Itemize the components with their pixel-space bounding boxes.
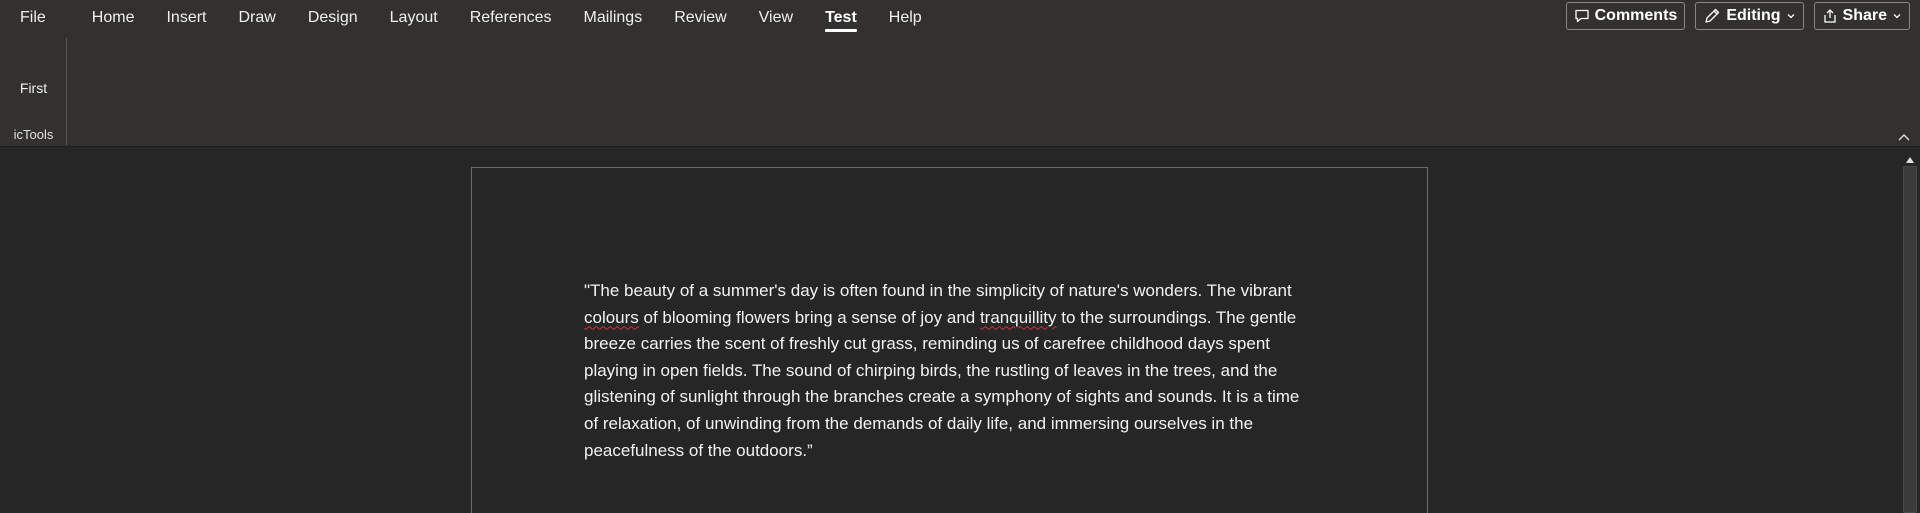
paragraph-text: of blooming flowers bring a sense of joy…	[638, 307, 980, 327]
editing-label: Editing	[1726, 7, 1781, 24]
tab-mailings[interactable]: Mailings	[568, 0, 659, 36]
tab-view[interactable]: View	[743, 0, 809, 36]
document-canvas: "The beauty of a summer's day is often f…	[0, 148, 1900, 513]
chevron-down-icon	[1786, 11, 1796, 21]
share-label: Share	[1842, 7, 1887, 24]
scroll-up-button[interactable]	[1904, 152, 1916, 163]
document-page: "The beauty of a summer's day is often f…	[471, 167, 1428, 513]
tab-review[interactable]: Review	[658, 0, 742, 36]
misspelled-word[interactable]: colours	[584, 308, 639, 327]
paragraph-text: to the surroundings. The gentle breeze c…	[584, 307, 1300, 460]
tab-references[interactable]: References	[454, 0, 568, 36]
paragraph-text: "The beauty of a summer's day is often f…	[584, 281, 1292, 300]
pencil-icon	[1703, 7, 1721, 25]
tab-layout[interactable]: Layout	[374, 0, 454, 36]
tab-help[interactable]: Help	[873, 0, 938, 36]
ribbon: File Home Insert Draw Design Layout Refe…	[0, 0, 1920, 147]
tab-home[interactable]: Home	[76, 0, 151, 36]
tab-test[interactable]: Test	[809, 0, 873, 36]
document-paragraph[interactable]: "The beauty of a summer's day is often f…	[584, 278, 1314, 464]
editing-mode-button[interactable]: Editing	[1695, 2, 1804, 30]
tab-design[interactable]: Design	[292, 0, 374, 36]
tab-draw[interactable]: Draw	[222, 0, 291, 36]
scroll-thumb[interactable]	[1903, 166, 1917, 513]
tab-file[interactable]: File	[0, 0, 62, 36]
group-label: icTools	[13, 127, 54, 142]
ribbon-tabs: File Home Insert Draw Design Layout Refe…	[0, 0, 938, 36]
ribbon-group-ictools: First icTools	[0, 38, 67, 145]
tab-insert[interactable]: Insert	[150, 0, 222, 36]
comments-button[interactable]: Comments	[1565, 2, 1686, 30]
chevron-up-icon	[1896, 132, 1912, 149]
top-actions: Comments Editing Share	[1565, 2, 1910, 30]
first-button[interactable]: First	[10, 80, 57, 96]
share-button[interactable]: Share	[1813, 2, 1910, 30]
share-icon	[1822, 8, 1838, 24]
collapse-ribbon-button[interactable]	[1896, 131, 1912, 145]
misspelled-word[interactable]: tranquillity	[980, 308, 1057, 327]
comment-icon	[1574, 8, 1590, 24]
comments-label: Comments	[1594, 7, 1678, 24]
vertical-scrollbar[interactable]	[1900, 148, 1920, 513]
chevron-down-icon	[1892, 11, 1902, 21]
